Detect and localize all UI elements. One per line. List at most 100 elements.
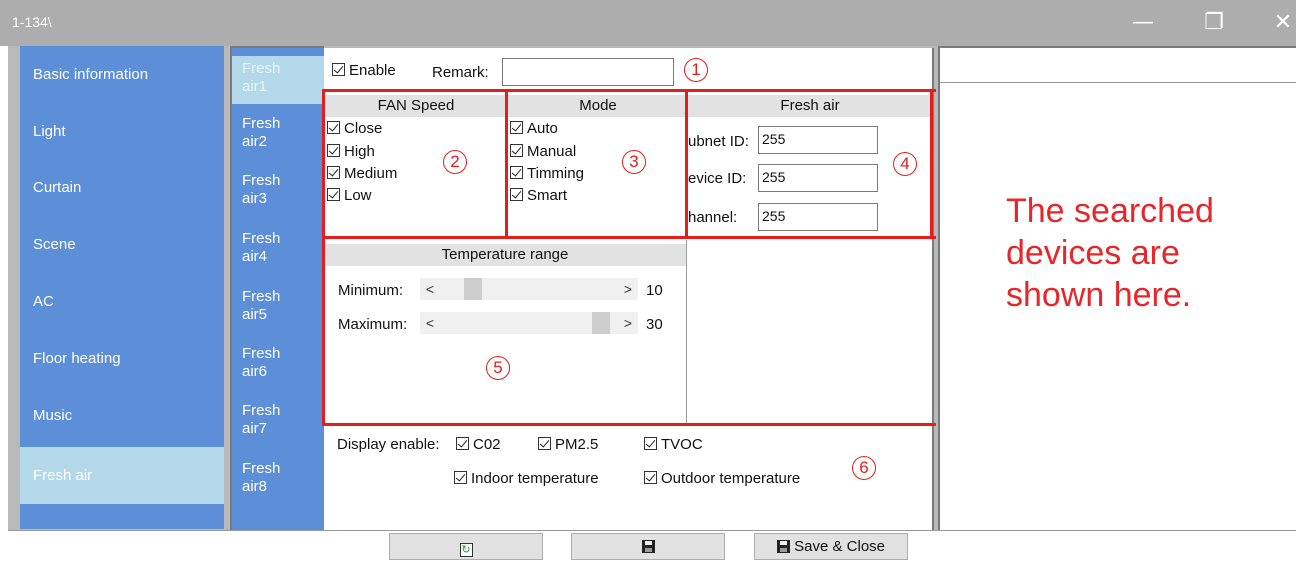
- sidebar-item-curtain[interactable]: Curtain: [20, 166, 224, 210]
- sidebar-item-basic-information[interactable]: Basic information: [20, 53, 224, 97]
- mode-auto-checkbox[interactable]: Auto: [510, 120, 558, 137]
- outdoor-temperature-checkbox[interactable]: Outdoor temperature: [644, 470, 800, 487]
- sidebar-item-music[interactable]: Music: [20, 394, 224, 438]
- sidebar-item-label: Basic information: [33, 66, 149, 83]
- sidebar-item-light[interactable]: Light: [20, 110, 224, 154]
- subnav-item-fresh-air2[interactable]: Fresh air2: [232, 111, 324, 159]
- channel-label: hannel:: [688, 209, 738, 226]
- subnav-item-fresh-air8[interactable]: Fresh air8: [232, 456, 324, 504]
- subnav-item-fresh-air6[interactable]: Fresh air6: [232, 341, 324, 389]
- fan-speed-close-checkbox[interactable]: Close: [327, 120, 382, 137]
- fresh-air-header: Fresh air: [688, 95, 932, 117]
- mode-smart-checkbox[interactable]: Smart: [510, 187, 567, 204]
- slider-left-arrow-icon[interactable]: <: [420, 278, 440, 300]
- subnav-item-label: air4: [242, 248, 268, 265]
- subnav-item-fresh-air3[interactable]: Fresh air3: [232, 168, 324, 216]
- fan-speed-header: FAN Speed: [324, 95, 508, 117]
- sidebar-item-label: Fresh air: [33, 467, 93, 484]
- refresh-icon: ↻: [459, 543, 473, 557]
- sidebar-item-label: Music: [33, 407, 73, 424]
- save-icon: [776, 540, 790, 553]
- sidebar-item-label: Curtain: [33, 179, 82, 196]
- fresh-air-subnav: Fresh air1 Fresh air2 Fresh air3 Fresh air4 …: [230, 46, 324, 532]
- checkbox-icon: [454, 471, 467, 484]
- annotation-6: 6: [852, 456, 876, 480]
- checkbox-label: High: [344, 143, 375, 160]
- subnav-item-label: Fresh: [242, 60, 281, 77]
- annotation-line: [930, 89, 933, 239]
- minimum-label: Minimum:: [338, 282, 404, 299]
- co2-checkbox[interactable]: C02: [456, 436, 501, 453]
- sidebar-item-fresh-air[interactable]: Fresh air: [20, 447, 224, 504]
- remark-input[interactable]: [502, 58, 674, 86]
- subnav-item-fresh-air7[interactable]: Fresh air7: [232, 398, 324, 446]
- annotation-line: [505, 89, 508, 239]
- device-id-label: evice ID:: [688, 170, 747, 187]
- subnav-item-fresh-air1[interactable]: Fresh air1: [232, 56, 324, 104]
- channel-input[interactable]: 255: [758, 203, 878, 231]
- annotation-line: [322, 89, 936, 92]
- sidebar-item-label: Scene: [33, 236, 76, 253]
- checkbox-label: Close: [344, 120, 383, 137]
- sidebar-item-scene[interactable]: Scene: [20, 223, 224, 267]
- annotation-line: [322, 236, 325, 426]
- checkbox-icon: [510, 188, 523, 201]
- subnav-item-label: Fresh: [242, 460, 281, 477]
- subnav-item-label: air3: [242, 190, 268, 207]
- subnav-item-fresh-air4[interactable]: Fresh air4: [232, 226, 324, 274]
- pm25-checkbox[interactable]: PM2.5: [538, 436, 598, 453]
- close-icon[interactable]: ✕: [1268, 8, 1296, 38]
- checkbox-label: Timming: [527, 165, 584, 182]
- subnav-item-label: air7: [242, 420, 268, 437]
- slider-right-arrow-icon[interactable]: >: [618, 312, 638, 334]
- refresh-button[interactable]: ↻: [389, 533, 543, 560]
- save-button[interactable]: [571, 533, 725, 560]
- device-id-input[interactable]: 255: [758, 164, 878, 192]
- tvoc-checkbox[interactable]: TVOC: [644, 436, 703, 453]
- section-divider: [686, 240, 687, 424]
- searched-devices-note: The searched devices are shown here.: [1006, 192, 1214, 314]
- sidebar: Basic information Light Curtain Scene AC…: [20, 46, 224, 529]
- minimize-icon[interactable]: —: [1128, 8, 1158, 38]
- fan-speed-medium-checkbox[interactable]: Medium: [327, 165, 397, 182]
- mode-manual-checkbox[interactable]: Manual: [510, 143, 576, 160]
- sidebar-item-floor-heating[interactable]: Floor heating: [20, 337, 224, 381]
- fan-speed-high-checkbox[interactable]: High: [327, 143, 375, 160]
- save-and-close-label: Save & Close: [794, 538, 886, 555]
- sidebar-item-label: AC: [33, 293, 54, 310]
- display-enable-label: Display enable:: [337, 436, 440, 453]
- annotation-5: 5: [486, 356, 510, 380]
- annotation-3: 3: [622, 150, 646, 174]
- sidebar-item-ac[interactable]: AC: [20, 280, 224, 324]
- window-title: 1-134\: [12, 14, 52, 30]
- slider-left-arrow-icon[interactable]: <: [420, 312, 440, 334]
- checkbox-label: C02: [473, 436, 501, 453]
- indoor-temperature-checkbox[interactable]: Indoor temperature: [454, 470, 599, 487]
- mode-timming-checkbox[interactable]: Timming: [510, 165, 584, 182]
- fan-speed-low-checkbox[interactable]: Low: [327, 187, 372, 204]
- checkbox-icon: [644, 471, 657, 484]
- mode-header: Mode: [508, 95, 688, 117]
- checkbox-icon: [510, 121, 523, 134]
- subnav-item-fresh-air5[interactable]: Fresh air5: [232, 284, 324, 332]
- save-icon: [641, 540, 655, 553]
- enable-checkbox[interactable]: Enable: [332, 62, 396, 79]
- slider-right-arrow-icon[interactable]: >: [618, 278, 638, 300]
- minimum-slider-thumb[interactable]: [464, 278, 482, 300]
- checkbox-label: TVOC: [661, 436, 703, 453]
- annotation-4: 4: [893, 152, 917, 176]
- minimum-slider[interactable]: < >: [420, 278, 638, 300]
- subnav-item-label: air2: [242, 133, 268, 150]
- maximum-slider-thumb[interactable]: [592, 312, 610, 334]
- subnav-item-label: Fresh: [242, 230, 281, 247]
- checkbox-label: Auto: [527, 120, 558, 137]
- checkbox-label: Indoor temperature: [471, 470, 599, 487]
- checkbox-label: PM2.5: [555, 436, 599, 453]
- subnav-item-label: air1: [242, 78, 268, 95]
- maximum-slider[interactable]: < >: [420, 312, 638, 334]
- checkbox-icon: [327, 188, 340, 201]
- save-and-close-button[interactable]: Save & Close: [754, 533, 908, 560]
- subnav-item-label: Fresh: [242, 402, 281, 419]
- subnet-id-input[interactable]: 255: [758, 126, 878, 154]
- restore-icon[interactable]: ❐: [1199, 8, 1229, 38]
